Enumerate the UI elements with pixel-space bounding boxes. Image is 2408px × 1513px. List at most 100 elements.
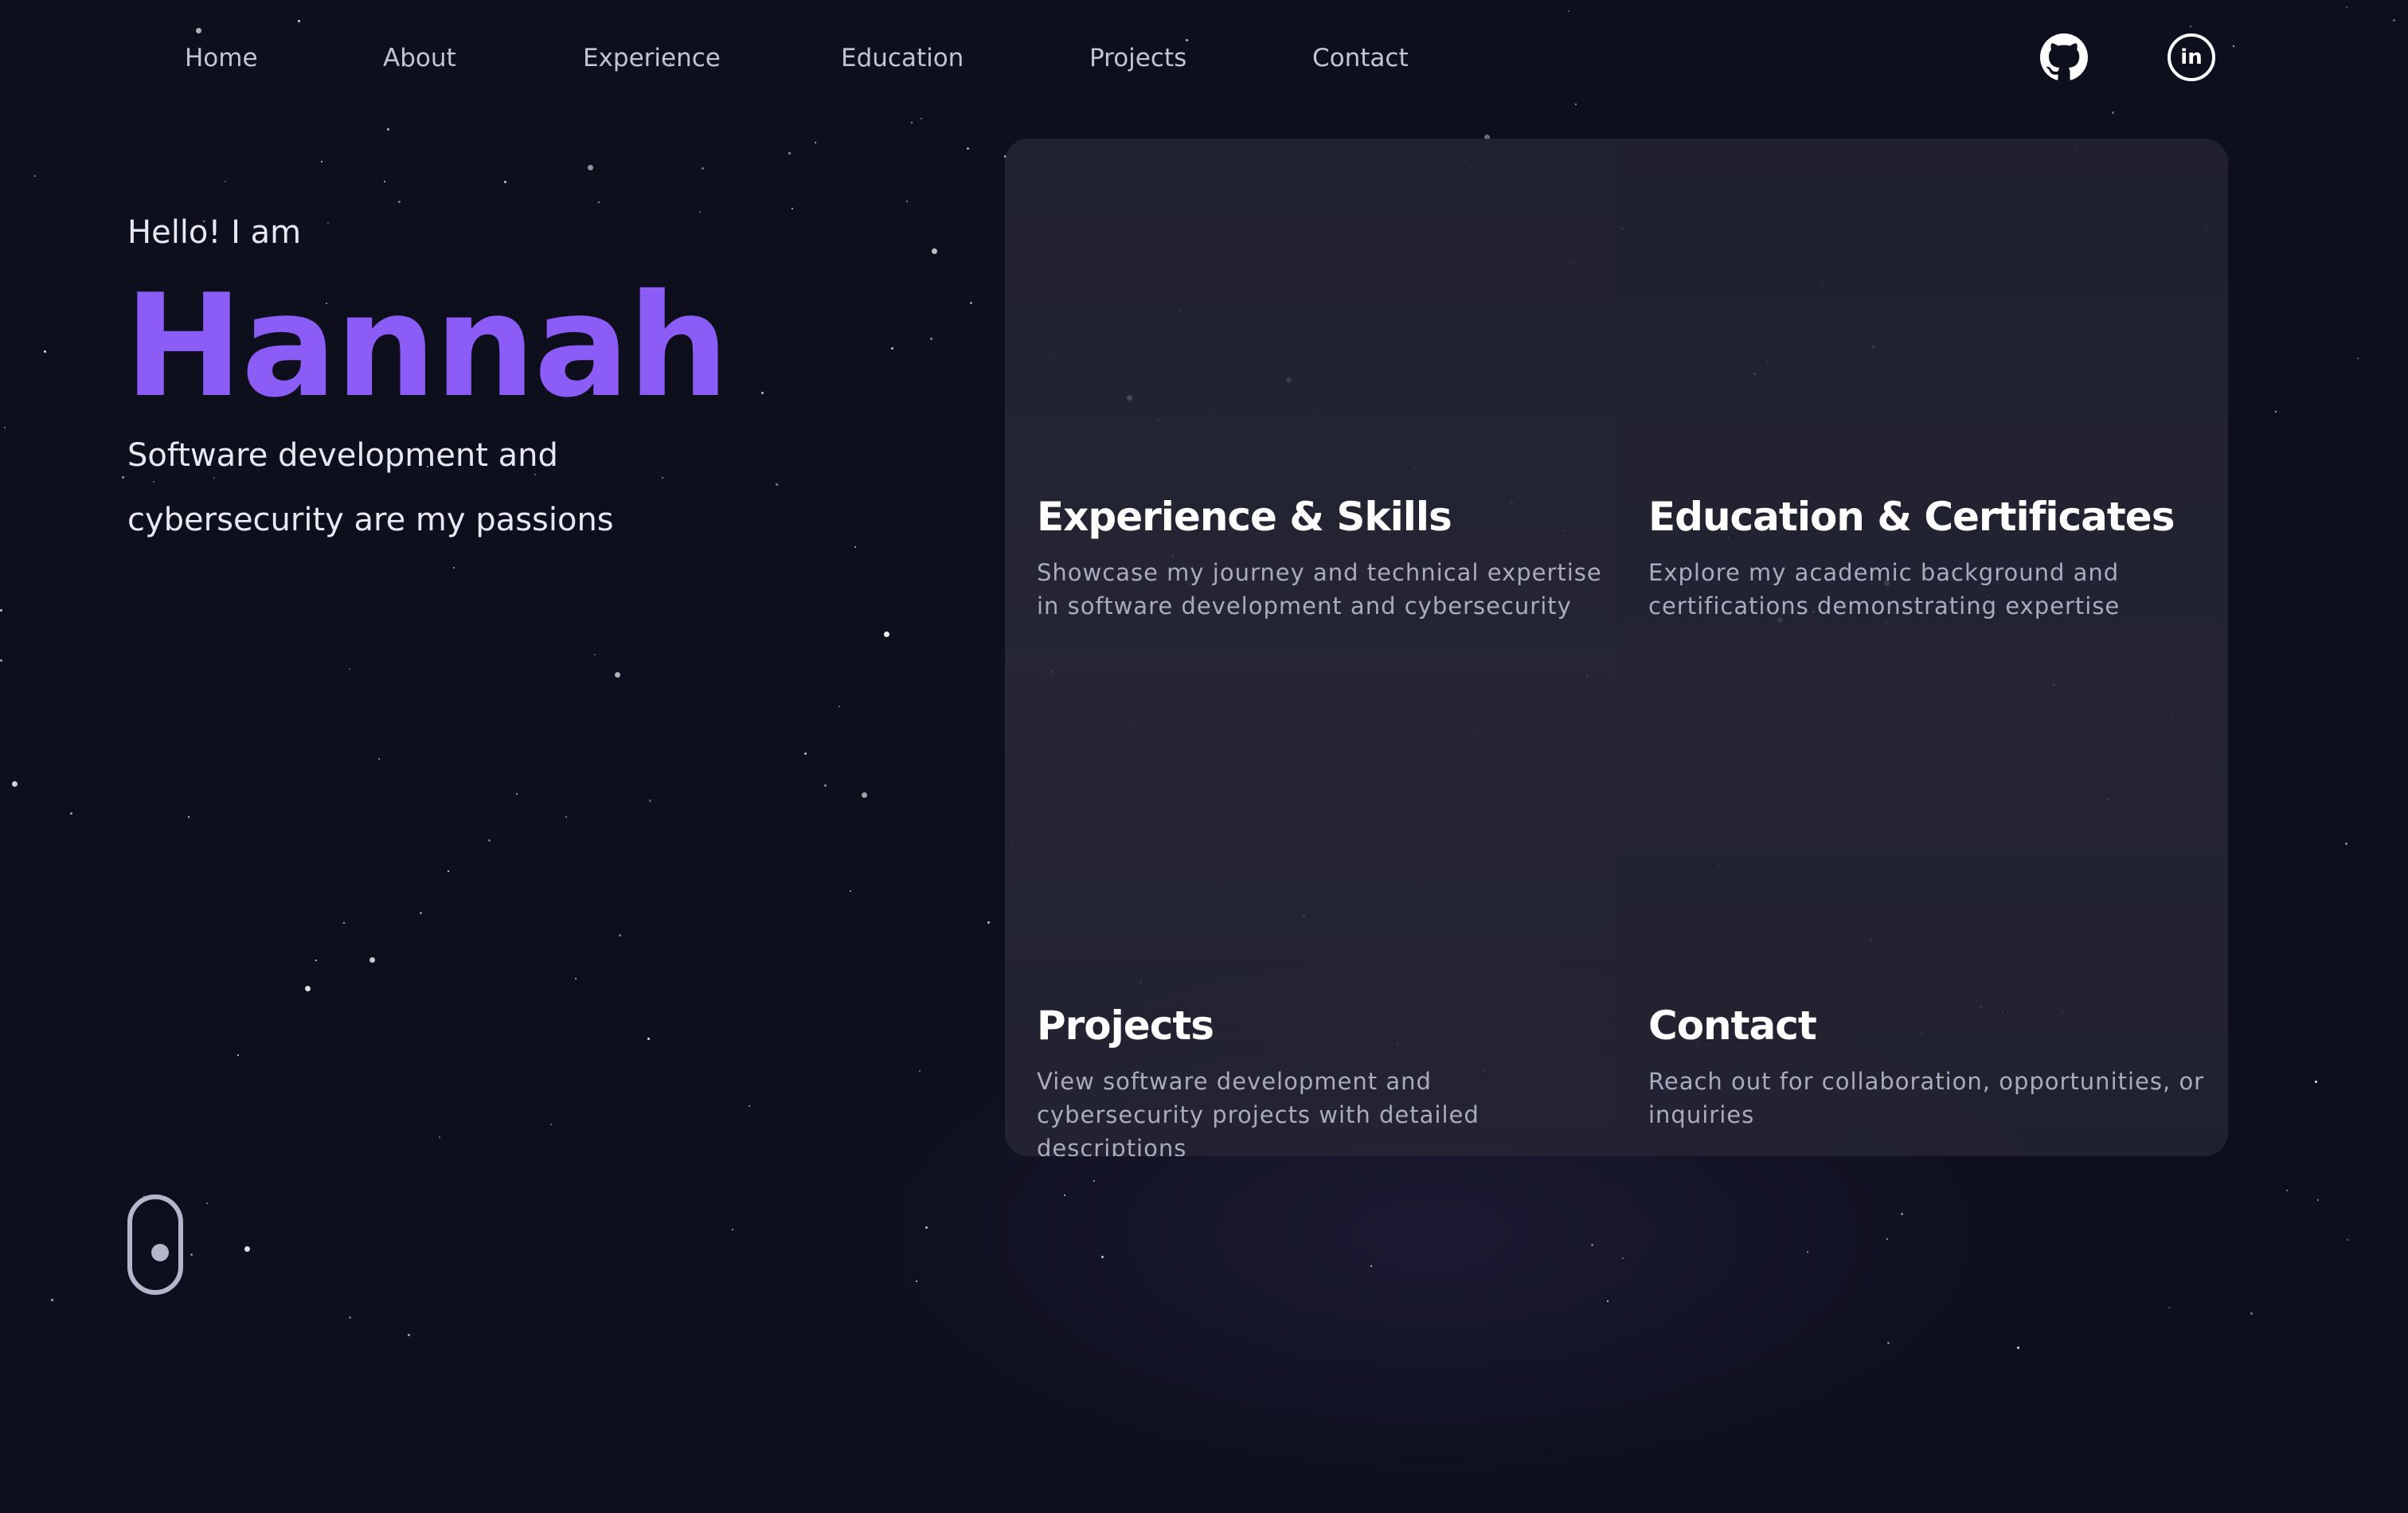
card-description: Explore my academic background and certi…: [1648, 559, 2121, 620]
star-dot: [930, 338, 932, 340]
star-dot: [0, 609, 2, 612]
hero-tagline-line-2: cybersecurity are my passions: [127, 502, 614, 538]
card-title: Experience & Skills: [1037, 494, 1452, 540]
star-dot: [792, 208, 793, 209]
star-dot: [1901, 1213, 1903, 1215]
star-dot: [884, 631, 889, 637]
star-dot: [315, 960, 317, 961]
hero-name: Hannah: [124, 264, 729, 428]
star-dot: [188, 816, 190, 818]
star-dot: [343, 922, 345, 924]
star-dot: [190, 1253, 193, 1256]
linkedin-icon[interactable]: in: [2168, 33, 2215, 81]
star-dot: [761, 392, 764, 394]
card-title: Contact: [1648, 1003, 1817, 1049]
star-dot: [838, 706, 840, 707]
star-dot: [378, 758, 380, 760]
star-dot: [732, 1229, 733, 1230]
hero-tagline-line-1: Software development and: [127, 437, 558, 474]
star-dot: [967, 147, 969, 150]
github-icon-graphic: [2040, 33, 2088, 80]
nav-link-projects[interactable]: Projects: [1089, 40, 1186, 76]
card-title: Projects: [1037, 1003, 1214, 1049]
star-dot: [1101, 1256, 1104, 1258]
star-dot: [919, 1070, 921, 1072]
star-dot: [619, 934, 621, 936]
star-dot: [2250, 1312, 2253, 1315]
nav-link-education[interactable]: Education: [841, 40, 964, 76]
star-dot: [2168, 1307, 2170, 1308]
star-dot: [925, 1226, 928, 1229]
star-dot: [1370, 1265, 1372, 1267]
star-dot: [516, 793, 518, 795]
nav-link-experience[interactable]: Experience: [583, 40, 721, 76]
star-dot: [44, 350, 46, 353]
section-card-grid: Experience & Skills Showcase my journey …: [1005, 139, 2228, 1156]
star-dot: [504, 181, 506, 183]
star-dot: [804, 753, 807, 755]
nav-link-about[interactable]: About: [383, 40, 456, 76]
star-dot: [565, 816, 567, 818]
star-dot: [1607, 1300, 1609, 1302]
star-dot: [453, 567, 455, 569]
star-dot: [122, 476, 124, 479]
star-dot: [34, 175, 36, 177]
star-dot: [2357, 358, 2359, 359]
star-dot: [349, 668, 350, 670]
star-dot: [854, 546, 856, 548]
star-dot: [420, 912, 422, 914]
star-dot: [850, 890, 851, 892]
star-dot: [1064, 1194, 1065, 1196]
card-experience-skills[interactable]: Experience & Skills Showcase my journey …: [1005, 139, 1616, 647]
star-dot: [862, 792, 867, 798]
star-dot: [2315, 1081, 2317, 1083]
star-dot: [699, 211, 701, 213]
star-dot: [2286, 1190, 2288, 1191]
star-dot: [305, 986, 311, 991]
star-dot: [2347, 1239, 2348, 1241]
github-icon[interactable]: [2040, 33, 2088, 81]
mouse-scroll-icon[interactable]: [127, 1194, 183, 1295]
hero-tagline: Software development and cybersecurity a…: [127, 424, 733, 553]
star-dot: [488, 839, 491, 842]
star-dot: [906, 201, 908, 202]
star-dot: [598, 201, 600, 203]
star-dot: [369, 957, 375, 963]
star-dot: [749, 1105, 750, 1107]
top-navigation: Home About Experience Education Projects…: [0, 0, 2408, 119]
star-dot: [588, 165, 593, 170]
star-dot: [384, 181, 385, 182]
star-dot: [702, 167, 704, 170]
star-dot: [1887, 1342, 1890, 1344]
star-dot: [2275, 411, 2277, 412]
star-dot: [244, 1246, 250, 1252]
star-dot: [615, 672, 620, 678]
star-dot: [321, 161, 322, 162]
star-dot: [647, 1038, 650, 1040]
star-dot: [916, 1280, 917, 1282]
star-dot: [206, 1202, 208, 1204]
mouse-scroll-wheel-dot: [151, 1244, 169, 1261]
star-dot: [237, 1054, 239, 1056]
star-dot: [932, 248, 937, 254]
star-dot: [970, 302, 972, 304]
star-dot: [2317, 1199, 2319, 1201]
star-dot: [0, 659, 2, 662]
star-dot: [1807, 1251, 1808, 1253]
card-description: Reach out for collaboration, opportuniti…: [1648, 1068, 2205, 1128]
card-title: Education & Certificates: [1648, 494, 2175, 540]
nav-link-home[interactable]: Home: [185, 40, 258, 76]
star-dot: [649, 800, 651, 802]
star-dot: [987, 921, 990, 924]
star-dot: [4, 427, 6, 428]
star-dot: [225, 181, 226, 182]
star-dot: [448, 870, 449, 872]
nav-link-contact[interactable]: Contact: [1312, 40, 1409, 76]
card-education-certificates[interactable]: Education & Certificates Explore my acad…: [1616, 139, 2228, 647]
star-dot: [1093, 1180, 1095, 1182]
card-projects[interactable]: Projects View software development and c…: [1005, 647, 1616, 1156]
star-dot: [387, 128, 389, 131]
star-dot: [788, 152, 791, 154]
star-dot: [2345, 843, 2347, 845]
card-contact[interactable]: Contact Reach out for collaboration, opp…: [1616, 647, 2228, 1156]
